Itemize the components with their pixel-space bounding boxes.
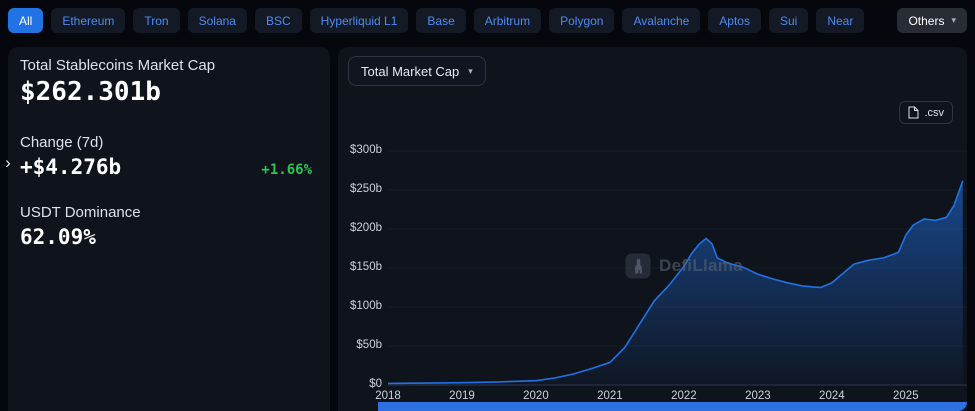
change-percent: +1.66% (261, 162, 312, 178)
chain-filter-avalanche[interactable]: Avalanche (622, 8, 700, 33)
chain-filter-polygon[interactable]: Polygon (549, 8, 614, 33)
y-tick-label: $250b (338, 183, 382, 195)
x-tick-label: 2018 (368, 390, 408, 402)
market-cap-label: Total Stablecoins Market Cap (20, 57, 318, 74)
datazoom-slider[interactable] (378, 402, 967, 411)
chain-filter-tron[interactable]: Tron (133, 8, 179, 33)
y-tick-label: $200b (338, 222, 382, 234)
chain-filter-hyperliquid-l1[interactable]: Hyperliquid L1 (310, 8, 409, 33)
gridlines (388, 151, 967, 346)
chain-filter-all[interactable]: All (8, 8, 43, 33)
x-axis-labels: 2018 2019 2020 2021 2022 2023 2024 2025 (338, 47, 967, 411)
chain-filter-arbitrum[interactable]: Arbitrum (474, 8, 541, 33)
file-icon (908, 106, 919, 119)
watermark: DefiLlama (625, 253, 743, 279)
area-fill (388, 181, 963, 385)
dominance-label: USDT Dominance (20, 204, 318, 221)
stats-panel: Total Stablecoins Market Cap $262.301b C… (8, 47, 330, 411)
metric-selector-label: Total Market Cap (361, 64, 459, 79)
chevron-down-icon: ▾ (468, 67, 473, 76)
change-label: Change (7d) (20, 134, 318, 151)
chevron-down-icon: ▾ (951, 16, 956, 25)
change-row: +$4.276b +1.66% (20, 155, 318, 180)
chain-filter-ethereum[interactable]: Ethereum (51, 8, 125, 33)
defillama-logo-icon (625, 253, 651, 279)
market-cap-area-chart (338, 47, 967, 411)
change-value: +$4.276b (20, 155, 121, 180)
dominance-value: 62.09% (20, 225, 318, 250)
x-tick-label: 2019 (442, 390, 482, 402)
chain-filter-solana[interactable]: Solana (188, 8, 247, 33)
y-axis-labels: $300b $250b $200b $150b $100b $50b $0 (338, 47, 967, 411)
watermark-text: DefiLlama (659, 256, 743, 276)
x-tick-label: 2020 (516, 390, 556, 402)
download-csv-button[interactable]: .csv (899, 101, 953, 124)
x-tick-label: 2023 (738, 390, 778, 402)
x-tick-label: 2021 (590, 390, 630, 402)
metric-selector-button[interactable]: Total Market Cap ▾ (348, 56, 486, 86)
y-tick-label: $150b (338, 261, 382, 273)
csv-label: .csv (924, 107, 944, 119)
y-tick-label: $50b (338, 339, 382, 351)
x-tick-label: 2024 (812, 390, 852, 402)
chain-filter-base[interactable]: Base (416, 8, 465, 33)
chart-panel: Total Market Cap ▾ .csv $300b$250b$200b$… (338, 47, 967, 411)
y-tick-label: $0 (338, 378, 382, 390)
chain-filter-sui[interactable]: Sui (769, 8, 808, 33)
others-dropdown-button[interactable]: Others ▾ (897, 8, 967, 33)
x-tick-label: 2025 (886, 390, 926, 402)
x-tick-label: 2022 (664, 390, 704, 402)
chain-filter-aptos[interactable]: Aptos (708, 8, 761, 33)
chain-filter-bsc[interactable]: BSC (255, 8, 302, 33)
series-line (388, 181, 963, 384)
chain-filter-near[interactable]: Near (816, 8, 864, 33)
market-cap-value: $262.301b (20, 78, 318, 108)
y-tick-label: $300b (338, 144, 382, 156)
chain-filter-bar: All Ethereum Tron Solana BSC Hyperliquid L1 Ba… (8, 8, 967, 33)
collapse-panel-chevron-icon[interactable]: › (1, 152, 15, 174)
chain-filter-list: All Ethereum Tron Solana BSC Hyperliquid L1 Ba… (8, 8, 864, 33)
y-tick-label: $100b (338, 300, 382, 312)
others-label: Others (908, 14, 944, 28)
